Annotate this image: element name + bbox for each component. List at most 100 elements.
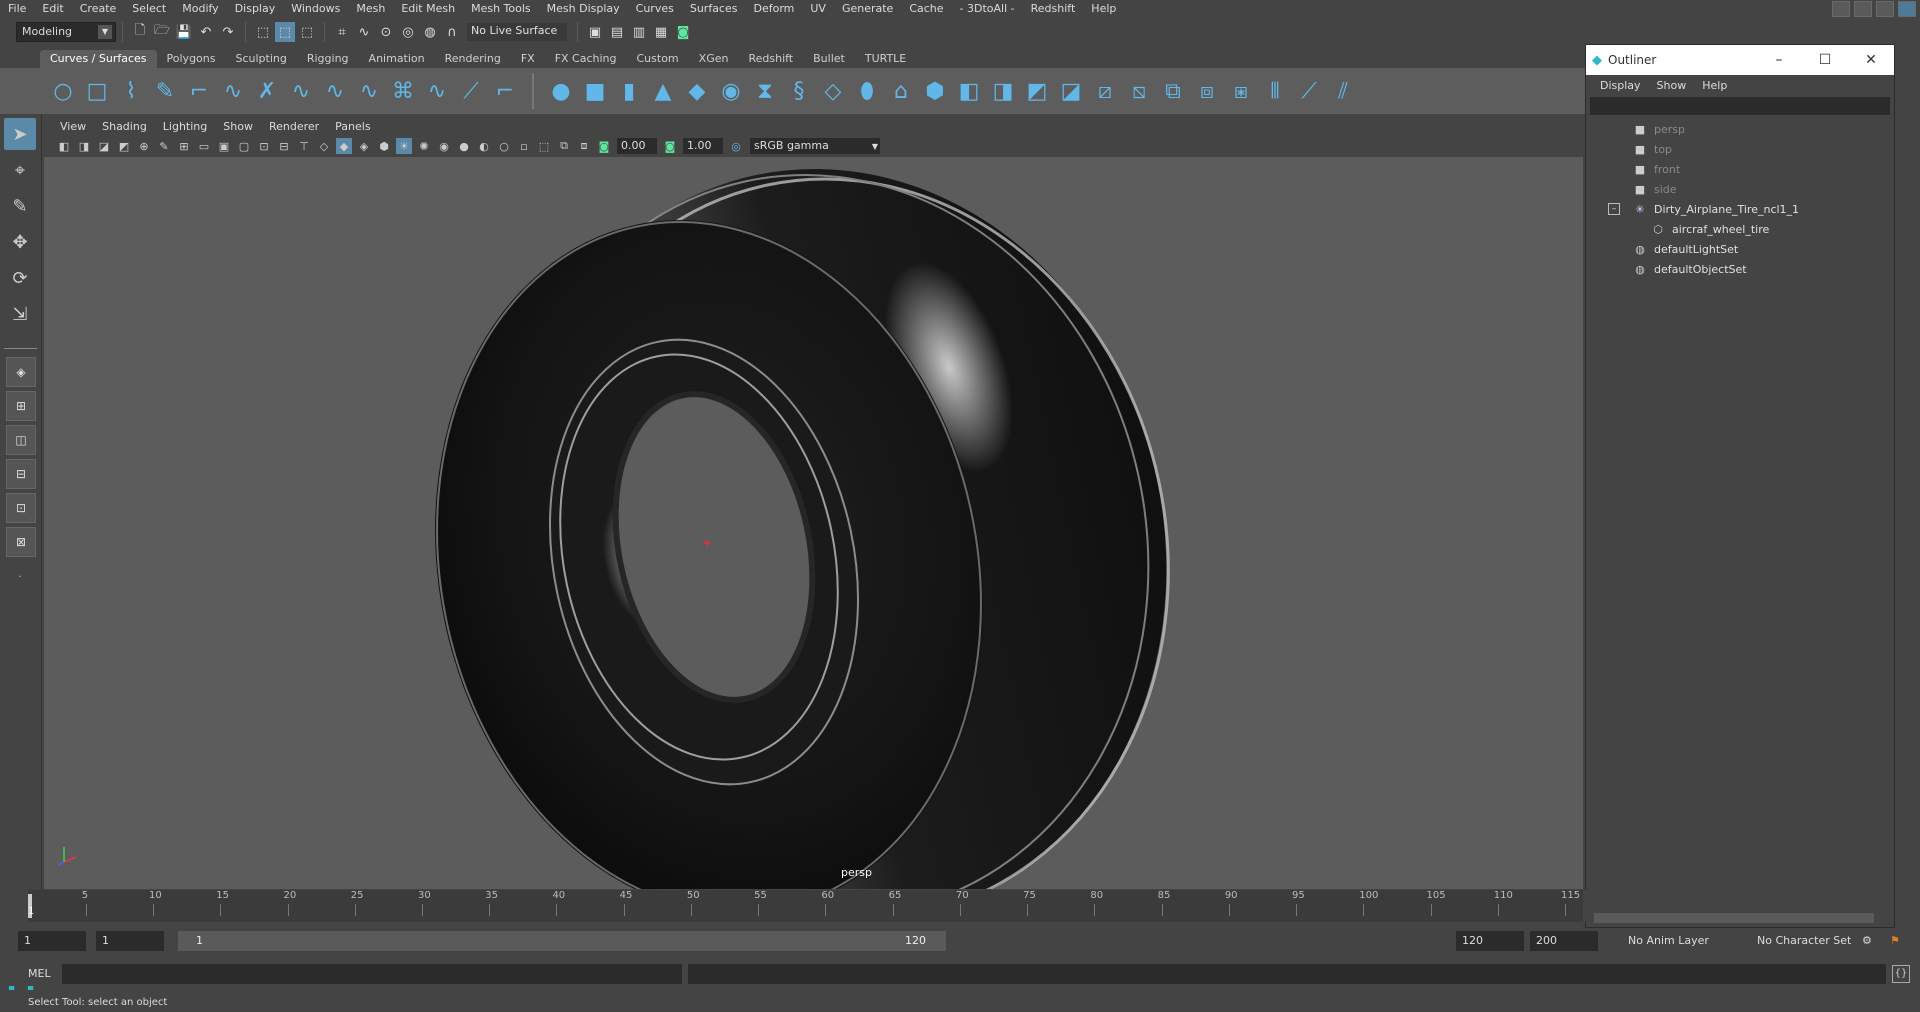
shadows-icon[interactable]: ✺	[416, 138, 432, 154]
boundary-icon[interactable]: ⬢	[920, 76, 950, 106]
nurbs-cone-icon[interactable]: ▲	[648, 76, 678, 106]
command-input[interactable]	[62, 964, 682, 984]
tab-fx[interactable]: FX	[511, 50, 545, 68]
untrim-icon[interactable]: ⧅	[1124, 76, 1154, 106]
character-set-dropdown[interactable]: No Character Set	[1757, 934, 1851, 947]
rebuild-surface-icon[interactable]: ⫽	[1328, 76, 1358, 106]
menu-edit-mesh[interactable]: Edit Mesh	[393, 0, 463, 18]
panel-icon[interactable]	[1876, 1, 1894, 17]
list-item[interactable]: ⬡ aircraf_wheel_tire	[1586, 219, 1894, 239]
menu-curves[interactable]: Curves	[628, 0, 682, 18]
select-object-icon[interactable]: ⬚	[275, 22, 295, 42]
intersect-curve-icon[interactable]: ✗	[252, 76, 282, 106]
single-perspective-layout-icon[interactable]: ◈	[6, 357, 36, 387]
horizontal-scrollbar[interactable]	[1594, 913, 1874, 923]
bevel-plus-icon[interactable]: ◨	[988, 76, 1018, 106]
tab-xgen[interactable]: XGen	[689, 50, 739, 68]
list-item[interactable]: ◍ defaultObjectSet	[1586, 259, 1894, 279]
workspace-icon[interactable]	[1832, 1, 1850, 17]
menu-create[interactable]: Create	[72, 0, 125, 18]
menu-cache[interactable]: Cache	[901, 0, 951, 18]
animation-end-field[interactable]: 200	[1530, 931, 1598, 951]
depth-of-field-icon[interactable]: ○	[496, 138, 512, 154]
snap-grid-icon[interactable]: ⌗	[332, 22, 352, 42]
snap-surface-icon[interactable]: ◍	[420, 22, 440, 42]
save-scene-icon[interactable]: 💾	[174, 22, 194, 42]
menu-modify[interactable]: Modify	[174, 0, 226, 18]
menu-mesh-tools[interactable]: Mesh Tools	[463, 0, 539, 18]
wireframe-icon[interactable]: ◇	[316, 138, 332, 154]
anim-layer-dropdown[interactable]: No Anim Layer	[1628, 934, 1709, 947]
exposure-icon[interactable]: ◙	[596, 138, 612, 154]
script-editor-icon[interactable]: {}	[1892, 965, 1910, 983]
four-view-layout-icon[interactable]: ⊞	[6, 391, 36, 421]
safe-action-icon[interactable]: ⊟	[276, 138, 292, 154]
panel-menu-show[interactable]: Show	[215, 120, 261, 133]
playback-range-bar[interactable]: 1 120	[178, 931, 946, 951]
rotate-tool-icon[interactable]: ⟳	[4, 262, 36, 294]
planar-icon[interactable]: ◇	[818, 76, 848, 106]
multisample-aa-icon[interactable]: ◐	[476, 138, 492, 154]
new-scene-icon[interactable]: 🗋	[130, 22, 150, 42]
project-curve-icon[interactable]: ◩	[1022, 76, 1052, 106]
textured-icon[interactable]: ⬢	[376, 138, 392, 154]
menu-deform[interactable]: Deform	[745, 0, 802, 18]
undo-icon[interactable]: ↶	[196, 22, 216, 42]
menu-mesh-display[interactable]: Mesh Display	[539, 0, 628, 18]
exposure-field[interactable]: 0.00	[617, 138, 657, 154]
more-layouts-icon[interactable]: ·	[4, 561, 36, 593]
auto-key-icon[interactable]: ⚑	[1890, 934, 1900, 947]
tab-custom[interactable]: Custom	[627, 50, 689, 68]
mode-dropdown[interactable]: Modeling ▼	[16, 22, 116, 42]
menu-select[interactable]: Select	[124, 0, 174, 18]
lasso-tool-icon[interactable]: ⌖	[4, 154, 36, 186]
collapse-icon[interactable]: –	[1608, 203, 1620, 215]
redo-icon[interactable]: ↷	[218, 22, 238, 42]
paint-select-icon[interactable]: ✎	[4, 190, 36, 222]
move-tool-icon[interactable]: ✥	[4, 226, 36, 258]
panel-menu-renderer[interactable]: Renderer	[261, 120, 327, 133]
detach-curve-icon[interactable]: ∿	[320, 76, 350, 106]
offset-curve-icon[interactable]: ∿	[354, 76, 384, 106]
gamma-icon[interactable]: ◙	[662, 138, 678, 154]
magnet-icon[interactable]: ∩	[442, 22, 462, 42]
panel-menu-lighting[interactable]: Lighting	[155, 120, 215, 133]
animation-start-field[interactable]: 1	[18, 931, 86, 951]
tab-rendering[interactable]: Rendering	[435, 50, 511, 68]
minimize-icon[interactable]: –	[1756, 45, 1802, 75]
isolate-select-icon[interactable]: ▫	[516, 138, 532, 154]
fillet-curve-icon[interactable]: ⌐	[490, 76, 520, 106]
attach-curve-icon[interactable]: ∿	[286, 76, 316, 106]
list-item[interactable]: ■ front	[1586, 159, 1894, 179]
list-item[interactable]: ■ persp	[1586, 119, 1894, 139]
tab-redshift[interactable]: Redshift	[738, 50, 803, 68]
live-surface-field[interactable]: No Live Surface	[467, 23, 567, 41]
ep-curve-icon[interactable]: ⌇	[116, 76, 146, 106]
panel-menu-view[interactable]: View	[52, 120, 94, 133]
loft-icon[interactable]: §	[784, 76, 814, 106]
menu-3dtoall[interactable]: - 3DtoAll -	[952, 0, 1023, 18]
snap-point-icon[interactable]: ⊙	[376, 22, 396, 42]
cv-curve-icon[interactable]: ⌐	[184, 76, 214, 106]
scale-tool-icon[interactable]: ⇲	[4, 298, 36, 330]
playback-end-field[interactable]: 120	[1456, 931, 1524, 951]
snap-view-icon[interactable]: ◎	[398, 22, 418, 42]
panel-menu-shading[interactable]: Shading	[94, 120, 155, 133]
intersect-surface-icon[interactable]: ◪	[1056, 76, 1086, 106]
wireframe-on-shaded-icon[interactable]: ◈	[356, 138, 372, 154]
close-icon[interactable]: ✕	[1848, 45, 1894, 75]
extend-curve-icon[interactable]: ∿	[422, 76, 452, 106]
menu-windows[interactable]: Windows	[283, 0, 348, 18]
insert-isoparm-icon[interactable]: ⫴	[1260, 76, 1290, 106]
nurbs-torus-icon[interactable]: ◉	[716, 76, 746, 106]
list-item[interactable]: ■ top	[1586, 139, 1894, 159]
tab-rigging[interactable]: Rigging	[297, 50, 359, 68]
outliner-menu-help[interactable]: Help	[1694, 79, 1735, 92]
detach-surface-icon[interactable]: ⧈	[1192, 76, 1222, 106]
bookmark-icon[interactable]: ◪	[96, 138, 112, 154]
field-chart-icon[interactable]: ⊡	[256, 138, 272, 154]
gate-mask-icon[interactable]: ▢	[236, 138, 252, 154]
resolution-gate-icon[interactable]: ▣	[216, 138, 232, 154]
grease-pencil-icon[interactable]: ✎	[156, 138, 172, 154]
persp-hypershade-layout-icon[interactable]: ⊡	[6, 493, 36, 523]
